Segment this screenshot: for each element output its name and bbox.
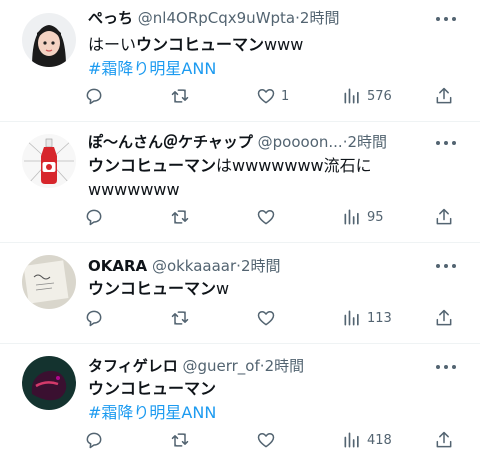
tweet-text-bold: ウンコヒューマン bbox=[88, 379, 217, 398]
share-button[interactable] bbox=[434, 428, 454, 452]
action-bar: 95 bbox=[84, 205, 462, 229]
views-button[interactable]: 576 bbox=[342, 84, 392, 108]
more-icon[interactable] bbox=[434, 15, 458, 23]
reply-button[interactable] bbox=[84, 306, 104, 330]
reply-button[interactable] bbox=[84, 428, 104, 452]
share-button[interactable] bbox=[434, 84, 454, 108]
avatar[interactable] bbox=[22, 13, 76, 67]
views-button[interactable]: 95 bbox=[342, 205, 384, 229]
like-icon bbox=[257, 89, 275, 104]
timestamp[interactable]: 2時間 bbox=[265, 357, 305, 375]
like-button[interactable] bbox=[256, 428, 281, 452]
avatar[interactable] bbox=[22, 255, 76, 309]
reply-icon bbox=[86, 310, 102, 327]
avatar[interactable] bbox=[22, 356, 76, 410]
more-icon[interactable] bbox=[434, 363, 458, 371]
reply-button[interactable] bbox=[84, 84, 104, 108]
reply-button[interactable] bbox=[84, 205, 104, 229]
more-icon[interactable] bbox=[434, 262, 458, 270]
reply-icon bbox=[86, 209, 102, 226]
display-name[interactable]: OKARA bbox=[88, 257, 147, 275]
reply-icon bbox=[86, 432, 102, 449]
like-button[interactable]: 1 bbox=[256, 84, 289, 108]
tweet-text-bold: ウンコヒューマン bbox=[136, 35, 265, 54]
view-count: 95 bbox=[367, 209, 384, 225]
tweet[interactable]: タフィゲレロ @guerr_of·2時間 ウンコヒューマン #霜降り明星ANN … bbox=[0, 344, 480, 463]
retweet-icon bbox=[171, 433, 189, 447]
tweet-text: ウンコヒューマンw bbox=[88, 277, 460, 301]
action-bar: 1 576 bbox=[84, 84, 462, 108]
like-count: 1 bbox=[281, 88, 290, 104]
tweet[interactable]: ぽ〜んさん＠ケチャップ @poooon...·2時間 ウンコヒューマンはwwww… bbox=[0, 122, 480, 243]
tweet-text-suffix: www bbox=[264, 35, 304, 54]
timestamp[interactable]: 2時間 bbox=[347, 133, 387, 151]
tweet-text: ウンコヒューマンはwwwwwww流石にwwwwwww bbox=[88, 154, 380, 202]
reply-icon bbox=[86, 88, 102, 105]
retweet-icon bbox=[171, 311, 189, 325]
like-icon bbox=[257, 311, 275, 326]
user-handle[interactable]: @poooon... bbox=[258, 133, 343, 151]
tweet-header: ぽ〜んさん＠ケチャップ @poooon...·2時間 bbox=[88, 132, 430, 152]
tweet-text-bold: ウンコヒューマン bbox=[88, 156, 217, 175]
view-count: 113 bbox=[367, 310, 392, 326]
tweet-header: OKARA @okkaaaar·2時間 bbox=[88, 256, 430, 276]
user-handle[interactable]: @nl4ORpCqx9uWpta bbox=[138, 9, 295, 27]
tweet[interactable]: ぺっち @nl4ORpCqx9uWpta·2時間 はーいウンコヒューマンwww … bbox=[0, 0, 480, 122]
tweet[interactable]: OKARA @okkaaaar·2時間 ウンコヒューマンw 113 bbox=[0, 243, 480, 344]
display-name[interactable]: タフィゲレロ bbox=[88, 357, 178, 375]
tweet-header: ぺっち @nl4ORpCqx9uWpta·2時間 bbox=[88, 8, 430, 28]
action-bar: 418 bbox=[84, 428, 462, 452]
timestamp[interactable]: 2時間 bbox=[300, 9, 340, 27]
tweet-text-suffix: w bbox=[216, 279, 230, 298]
views-button[interactable]: 418 bbox=[342, 428, 392, 452]
share-icon bbox=[436, 309, 452, 326]
more-icon[interactable] bbox=[434, 139, 458, 147]
display-name[interactable]: ぽ〜んさん＠ケチャップ bbox=[88, 133, 253, 151]
retweet-button[interactable] bbox=[170, 205, 190, 229]
retweet-icon bbox=[171, 210, 189, 224]
retweet-button[interactable] bbox=[170, 428, 190, 452]
avatar[interactable] bbox=[22, 134, 76, 188]
user-handle[interactable]: @guerr_of bbox=[182, 357, 259, 375]
like-button[interactable] bbox=[256, 306, 281, 330]
views-icon bbox=[344, 209, 359, 225]
views-button[interactable]: 113 bbox=[342, 306, 392, 330]
retweet-button[interactable] bbox=[170, 306, 190, 330]
like-icon bbox=[257, 433, 275, 448]
retweet-button[interactable] bbox=[170, 84, 190, 108]
views-icon bbox=[344, 432, 359, 448]
hashtag-link[interactable]: #霜降り明星ANN bbox=[88, 59, 216, 78]
timestamp[interactable]: 2時間 bbox=[241, 257, 281, 275]
share-icon bbox=[436, 431, 452, 448]
share-icon bbox=[436, 208, 452, 225]
action-bar: 113 bbox=[84, 306, 462, 330]
like-icon bbox=[257, 210, 275, 225]
share-icon bbox=[436, 87, 452, 104]
hashtag-link[interactable]: #霜降り明星ANN bbox=[88, 403, 216, 422]
view-count: 418 bbox=[367, 432, 392, 448]
user-handle[interactable]: @okkaaaar bbox=[152, 257, 236, 275]
tweet-header: タフィゲレロ @guerr_of·2時間 bbox=[88, 356, 430, 376]
like-button[interactable] bbox=[256, 205, 281, 229]
display-name[interactable]: ぺっち bbox=[88, 9, 133, 27]
share-button[interactable] bbox=[434, 306, 454, 330]
view-count: 576 bbox=[367, 88, 392, 104]
retweet-icon bbox=[171, 89, 189, 103]
tweet-text: はーいウンコヒューマンwww #霜降り明星ANN bbox=[88, 33, 460, 81]
tweet-text-prefix: はーい bbox=[88, 35, 137, 54]
views-icon bbox=[344, 310, 359, 326]
share-button[interactable] bbox=[434, 205, 454, 229]
views-icon bbox=[344, 88, 359, 104]
tweet-text-bold: ウンコヒューマン bbox=[88, 279, 217, 298]
tweet-text: ウンコヒューマン #霜降り明星ANN bbox=[88, 377, 460, 425]
